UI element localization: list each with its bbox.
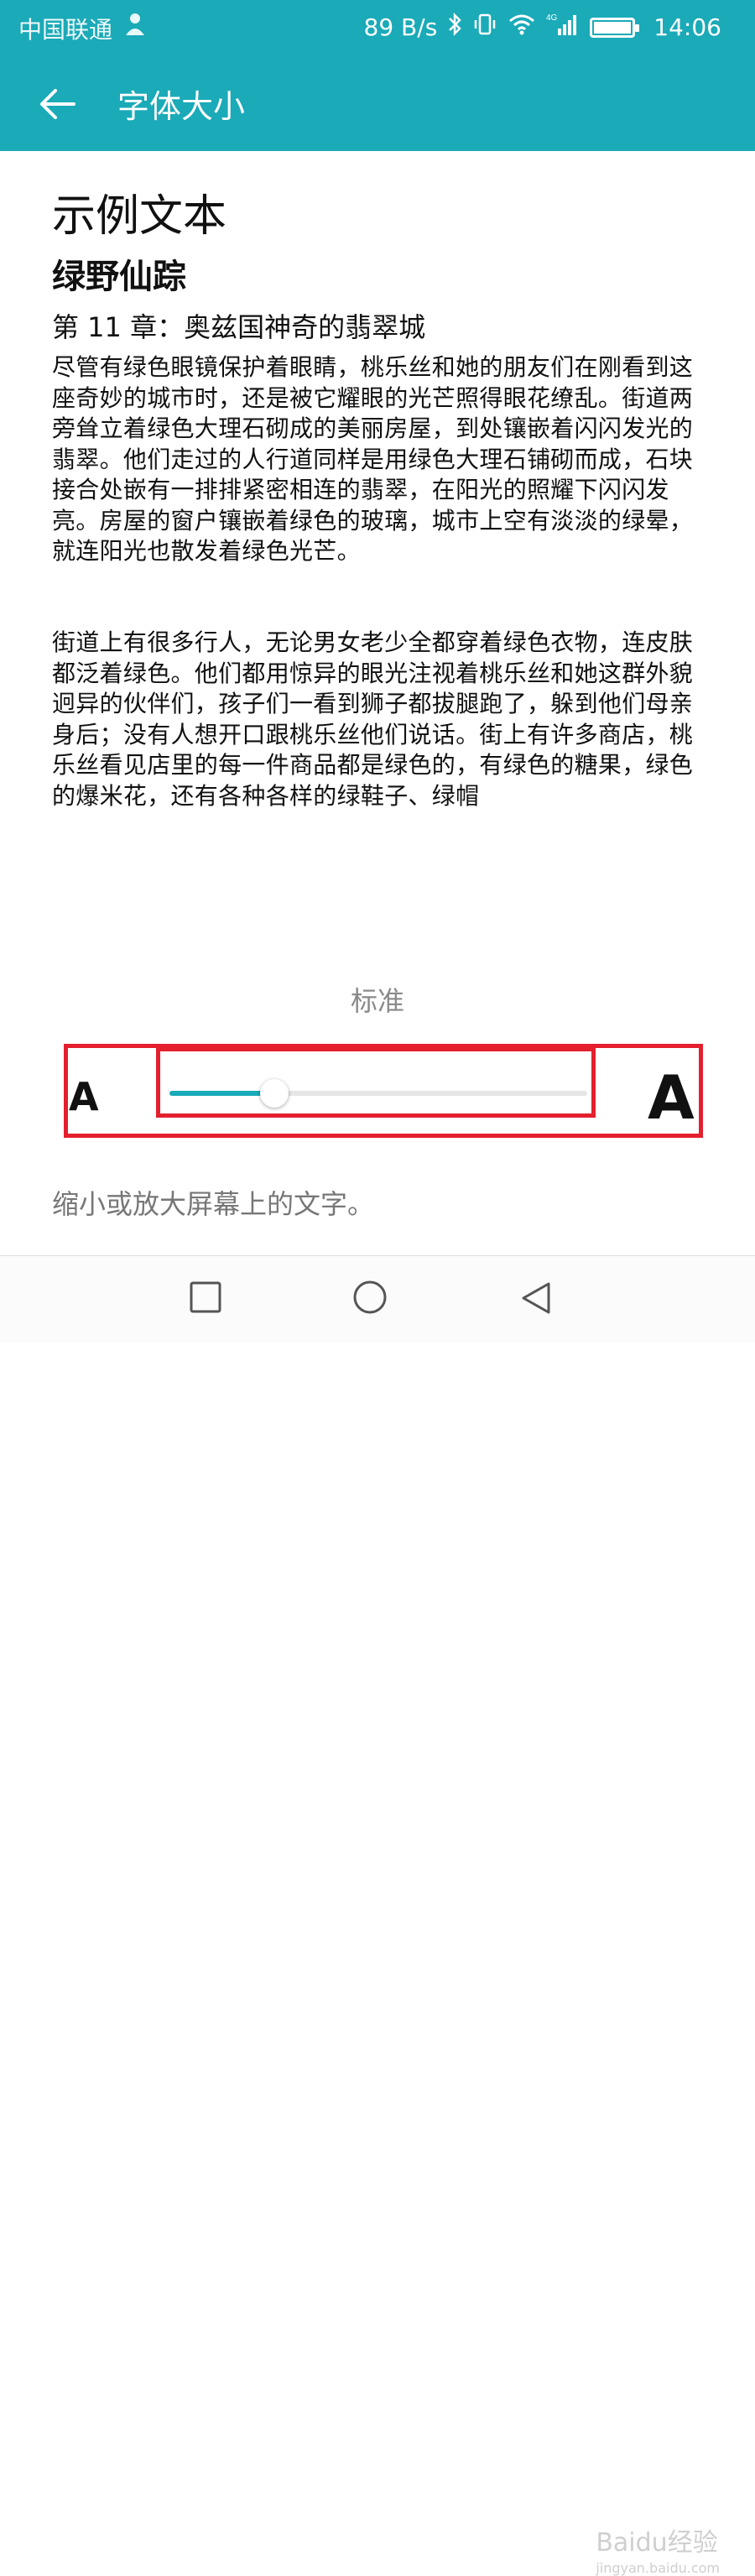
slider-fill — [169, 1091, 274, 1096]
clock: 14:06 — [653, 13, 721, 41]
slider-thumb[interactable] — [260, 1079, 289, 1108]
vibrate-icon — [472, 12, 497, 43]
wifi-icon — [508, 12, 536, 43]
back-icon[interactable] — [520, 1281, 552, 1318]
watermark-brand: Baidu经验 — [596, 2528, 718, 2558]
svg-text:4G: 4G — [546, 13, 558, 23]
status-bar: 中国联通 89 B/s 4G 14:06 — [0, 0, 755, 54]
sample-text-preview: 示例文本 绿野仙踪 第 11 章：奥兹国神奇的翡翠城 尽管有绿色眼镜保护着眼睛，… — [52, 190, 706, 873]
watermark: Baidu经验 jingyan.baidu.com — [596, 2521, 720, 2576]
book-title: 绿野仙踪 — [52, 258, 186, 296]
hint-text: 缩小或放大屏幕上的文字。 — [52, 1188, 375, 1220]
home-icon[interactable] — [352, 1280, 388, 1318]
small-font-glyph[interactable]: A — [69, 1074, 99, 1119]
highlight-box-inner — [156, 1047, 596, 1118]
app-bar: 字体大小 — [0, 54, 755, 151]
recent-apps-icon[interactable] — [190, 1281, 221, 1317]
person-icon — [124, 12, 146, 43]
bluetooth-icon — [447, 12, 462, 43]
font-size-level-label: 标准 — [350, 985, 404, 1017]
watermark-url: jingyan.baidu.com — [596, 2560, 720, 2576]
carrier-name: 中国联通 — [18, 16, 113, 44]
signal-icon: 4G — [546, 12, 580, 43]
navigation-bar: Baidu经验 jingyan.baidu.com — [0, 1255, 755, 2576]
large-font-glyph[interactable]: A — [648, 1062, 695, 1133]
preview-heading: 示例文本 — [52, 191, 227, 242]
chapter-title: 第 11 章：奥兹国神奇的翡翠城 — [52, 311, 426, 343]
back-arrow-icon[interactable] — [37, 84, 77, 124]
battery-icon — [590, 17, 640, 38]
network-speed: 89 B/s — [363, 13, 438, 41]
preview-paragraph-1: 尽管有绿色眼镜保护着眼睛，桃乐丝和她的朋友们在刚看到这座奇妙的城市时，还是被它耀… — [52, 353, 694, 565]
preview-paragraph-2: 街道上有很多行人，无论男女老少全都穿着绿色衣物，连皮肤都泛着绿色。他们都用惊异的… — [52, 628, 694, 810]
page-title: 字体大小 — [117, 88, 246, 125]
font-size-slider[interactable] — [169, 1079, 587, 1108]
